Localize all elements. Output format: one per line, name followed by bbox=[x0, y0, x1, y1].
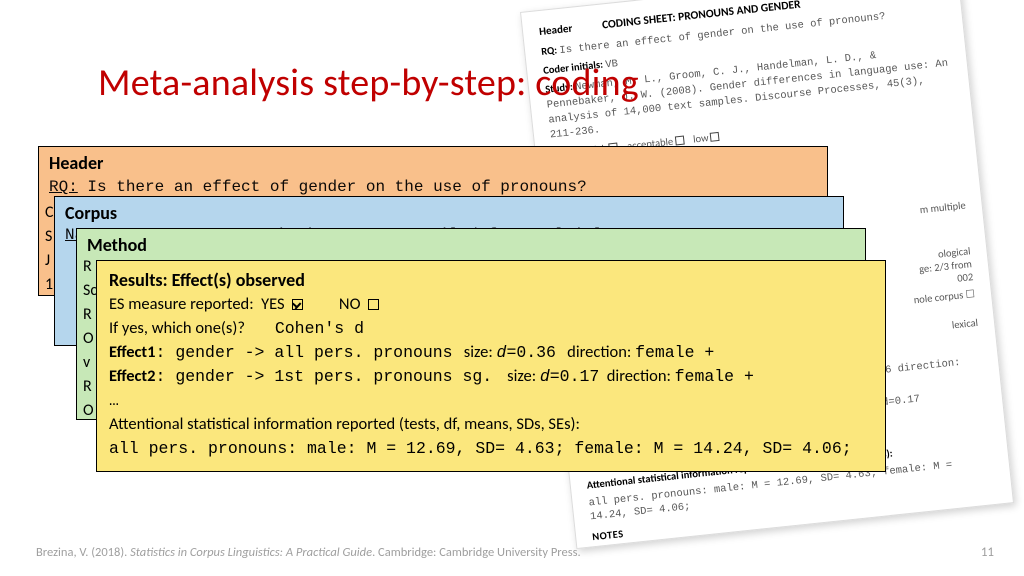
which-val: Cohen's d bbox=[275, 319, 364, 338]
slide-title: Meta-analysis step-by-step: coding bbox=[98, 60, 639, 106]
effect1-label: Effect1 bbox=[109, 342, 156, 362]
card-corpus-title: Corpus bbox=[65, 201, 833, 225]
card-results: Results: Effect(s) observed ES measure r… bbox=[96, 260, 886, 472]
peek-char: R bbox=[83, 375, 97, 399]
orange-peek-col: C S J 1 bbox=[45, 175, 54, 297]
effect1-desc: gender -> all pers. pronouns bbox=[175, 343, 452, 362]
checkbox-icon bbox=[292, 299, 303, 310]
effect2-desc: gender -> 1st pers. pronouns sg. bbox=[175, 367, 492, 386]
peek-char: O bbox=[83, 327, 97, 351]
results-dots: … bbox=[109, 389, 873, 413]
es-label: ES measure reported: bbox=[109, 294, 254, 314]
card-header-title: Header bbox=[49, 151, 817, 175]
sheet-frag: 002 bbox=[957, 270, 974, 285]
rq-text: Is there an effect of gender on the use … bbox=[87, 178, 586, 196]
effect1-dir: female + bbox=[635, 343, 714, 362]
effect2-size: =0.17 bbox=[550, 367, 600, 386]
attn-label: Attentional statistical information repo… bbox=[109, 413, 873, 437]
green-peek-col: R Sc R O v R O bbox=[83, 255, 97, 423]
card-method-title: Method bbox=[87, 233, 855, 257]
peek-char: v bbox=[83, 351, 97, 375]
peek-char: Sc bbox=[83, 279, 97, 303]
peek-char: R bbox=[83, 255, 97, 279]
cite-author: Brezina, V. (2018). bbox=[36, 545, 130, 560]
sheet-rq-label: RQ: bbox=[541, 43, 558, 58]
dir-label: direction: bbox=[567, 342, 631, 362]
peek-char: S bbox=[45, 225, 54, 249]
results-stats: all pers. pronouns: male: M = 12.69, SD=… bbox=[109, 437, 873, 461]
page-number: 11 bbox=[981, 545, 994, 560]
effect2-label: Effect2 bbox=[109, 366, 156, 386]
size-label: size: bbox=[507, 366, 536, 386]
es-no: NO bbox=[339, 294, 361, 314]
q-low: low bbox=[692, 131, 709, 146]
cite-book: Statistics in Corpus Linguistics: A Prac… bbox=[130, 545, 372, 560]
peek-char: C bbox=[45, 201, 54, 225]
peek-char: J bbox=[45, 249, 54, 273]
which-label: If yes, which one(s)? bbox=[109, 318, 245, 338]
peek-char: R bbox=[83, 303, 97, 327]
checkbox-icon bbox=[368, 299, 379, 310]
effect1-size: =0.36 bbox=[506, 343, 556, 362]
size-label: size: bbox=[464, 342, 493, 362]
checkbox-icon bbox=[675, 136, 685, 146]
peek-char: O bbox=[83, 399, 97, 423]
dir-label: direction: bbox=[607, 366, 671, 386]
footer-citation: Brezina, V. (2018). Statistics in Corpus… bbox=[36, 545, 581, 560]
cite-tail: . Cambridge: Cambridge University Press. bbox=[372, 545, 581, 560]
peek-char: 1 bbox=[45, 273, 54, 297]
effect2-dir: female + bbox=[675, 367, 754, 386]
checkbox-icon bbox=[710, 132, 720, 142]
es-yes: YES bbox=[261, 294, 285, 314]
card-results-title: Results: Effect(s) observed bbox=[109, 267, 873, 293]
sheet-header-label: Header bbox=[538, 22, 573, 40]
